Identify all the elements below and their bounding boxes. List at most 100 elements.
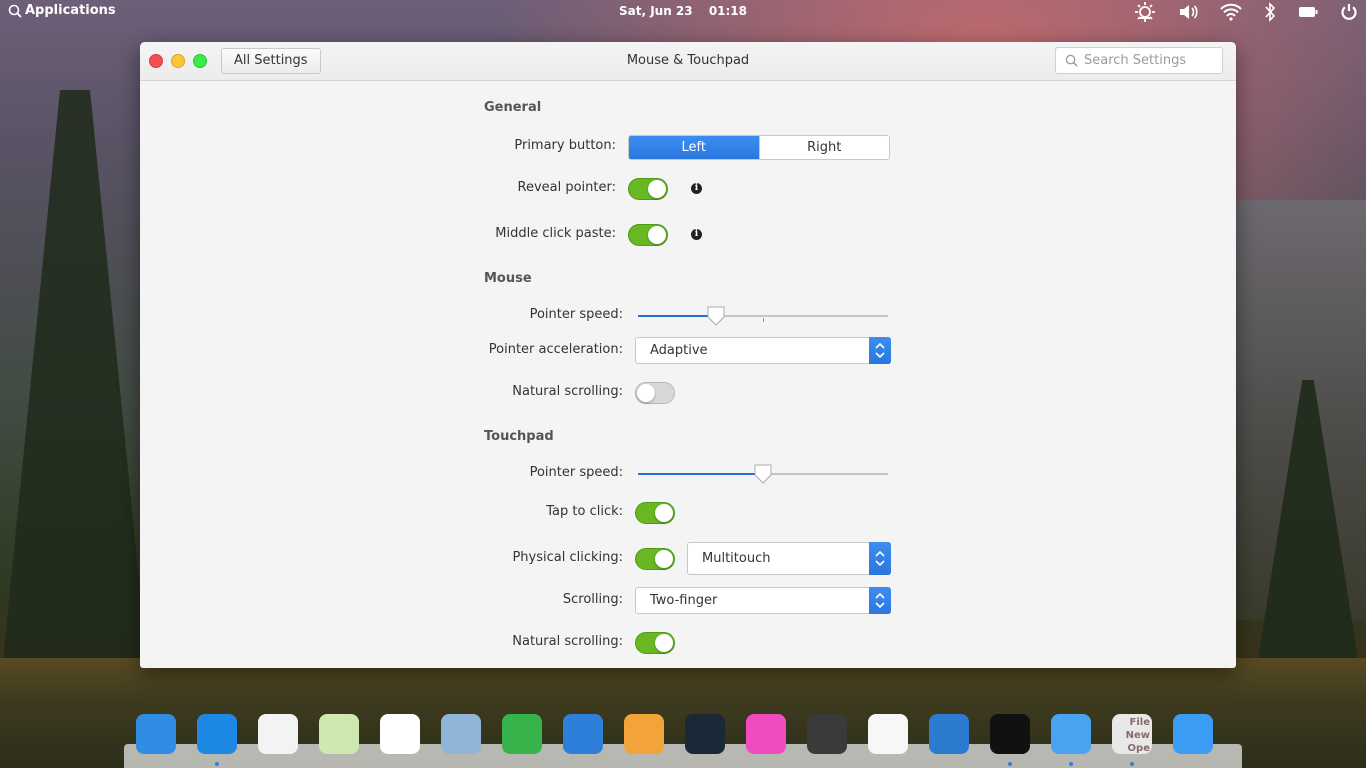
slider-center-mark — [763, 318, 764, 322]
terminal-icon — [990, 714, 1030, 754]
slider-fill — [638, 315, 716, 317]
running-indicator — [215, 762, 219, 766]
battery-icon[interactable] — [1298, 6, 1318, 18]
mouse-natural-scrolling-switch[interactable] — [635, 382, 675, 404]
calendar-icon — [258, 714, 298, 754]
physical-clicking-mode-value: Multitouch — [702, 551, 771, 566]
dock-item[interactable] — [256, 710, 300, 758]
touchpad-pointer-speed-slider[interactable] — [638, 464, 888, 484]
dock-item[interactable] — [805, 710, 849, 758]
dock-item[interactable] — [988, 710, 1032, 766]
dock-item[interactable] — [439, 710, 483, 758]
primary-button-selector: Left Right — [628, 135, 890, 160]
vscode-icon — [929, 714, 969, 754]
primary-button-label: Primary button: — [514, 138, 616, 153]
dock-item[interactable] — [1049, 710, 1093, 766]
chevron-updown-icon — [869, 337, 891, 364]
maps-icon — [319, 714, 359, 754]
photos-icon — [441, 714, 481, 754]
dock-item[interactable] — [1171, 710, 1215, 758]
multitasking-view-icon — [136, 714, 176, 754]
settings-window: All Settings Mouse & Touchpad General Pr… — [140, 42, 1236, 668]
tap-to-click-switch[interactable] — [635, 502, 675, 524]
touchpad-natural-scrolling-label: Natural scrolling: — [512, 634, 623, 649]
mouse-pointer-speed-slider[interactable] — [638, 306, 888, 326]
switch-knob — [637, 384, 655, 402]
switch-knob — [655, 550, 673, 568]
dock: File New Ope — [134, 710, 1215, 768]
info-icon[interactable]: i — [691, 183, 702, 194]
top-panel: Applications Sat, Jun 23 01:18 — [0, 0, 1366, 24]
search-box[interactable] — [1055, 47, 1223, 74]
reveal-pointer-switch[interactable] — [628, 178, 668, 200]
power-icon[interactable] — [1340, 3, 1358, 21]
slider-thumb[interactable] — [706, 306, 726, 326]
indicators — [1134, 0, 1358, 24]
switch-knob — [648, 226, 666, 244]
info-icon[interactable]: i — [691, 229, 702, 240]
physical-clicking-label: Physical clicking: — [512, 550, 623, 565]
running-indicator — [1130, 762, 1134, 766]
dock-item[interactable] — [744, 710, 788, 758]
dock-item[interactable] — [195, 710, 239, 766]
physical-clicking-switch[interactable] — [635, 548, 675, 570]
scrolling-label: Scrolling: — [562, 592, 623, 607]
pine-tree-left — [0, 90, 150, 690]
search-input[interactable] — [1084, 53, 1214, 68]
dock-item-text: Ope — [1127, 743, 1150, 754]
touchpad-natural-scrolling-switch[interactable] — [635, 632, 675, 654]
task-list-icon — [868, 714, 908, 754]
dock-item[interactable] — [622, 710, 666, 758]
reminders-icon — [380, 714, 420, 754]
section-mouse: Mouse — [484, 271, 532, 286]
desktop-icon — [1173, 714, 1213, 754]
primary-right-option[interactable]: Right — [758, 136, 889, 159]
pointer-acceleration-label: Pointer acceleration: — [488, 342, 623, 357]
running-indicator — [1069, 762, 1073, 766]
slider-thumb[interactable] — [753, 464, 773, 484]
pointer-acceleration-combo[interactable]: Adaptive — [635, 337, 891, 364]
keynote-icon — [563, 714, 603, 754]
pointer-acceleration-value: Adaptive — [650, 343, 708, 358]
brightness-icon[interactable] — [1134, 1, 1156, 23]
final-cut-icon — [807, 714, 847, 754]
physical-clicking-mode-combo[interactable]: Multitouch — [687, 542, 891, 575]
wifi-icon[interactable] — [1220, 3, 1242, 21]
tap-to-click-label: Tap to click: — [546, 504, 623, 519]
volume-icon[interactable] — [1178, 3, 1198, 21]
primary-left-option[interactable]: Left — [629, 136, 759, 159]
switch-knob — [655, 504, 673, 522]
dock-item[interactable]: File New Ope — [1110, 710, 1154, 766]
dock-item[interactable] — [866, 710, 910, 758]
dock-item[interactable] — [317, 710, 361, 758]
section-general: General — [484, 100, 542, 115]
mouse-natural-scrolling-label: Natural scrolling: — [512, 384, 623, 399]
dock-item[interactable] — [500, 710, 544, 758]
scrolling-combo[interactable]: Two-finger — [635, 587, 891, 614]
titlebar[interactable]: All Settings Mouse & Touchpad — [140, 42, 1236, 81]
dock-item-text: New — [1125, 730, 1150, 741]
dock-item[interactable] — [134, 710, 178, 758]
dock-item[interactable] — [927, 710, 971, 758]
bluetooth-icon[interactable] — [1264, 2, 1276, 22]
search-icon — [1065, 54, 1078, 67]
middle-click-paste-label: Middle click paste: — [495, 226, 616, 241]
section-touchpad: Touchpad — [484, 429, 554, 444]
dock-item[interactable] — [378, 710, 422, 758]
dock-item[interactable] — [683, 710, 727, 758]
clock-time: 01:18 — [708, 4, 748, 18]
switch-knob — [655, 634, 673, 652]
itunes-icon — [746, 714, 786, 754]
reveal-pointer-label: Reveal pointer: — [517, 180, 617, 195]
middle-click-paste-switch[interactable] — [628, 224, 668, 246]
running-indicator — [1008, 762, 1012, 766]
finder-icon — [1051, 714, 1091, 754]
steam-icon — [685, 714, 725, 754]
chevron-updown-icon — [869, 587, 891, 614]
scrolling-value: Two-finger — [650, 593, 718, 608]
pages-icon — [624, 714, 664, 754]
clock-date: Sat, Jun 23 — [618, 4, 693, 18]
dock-item-text: File — [1129, 717, 1150, 728]
chevron-updown-icon — [869, 542, 891, 575]
dock-item[interactable] — [561, 710, 605, 758]
